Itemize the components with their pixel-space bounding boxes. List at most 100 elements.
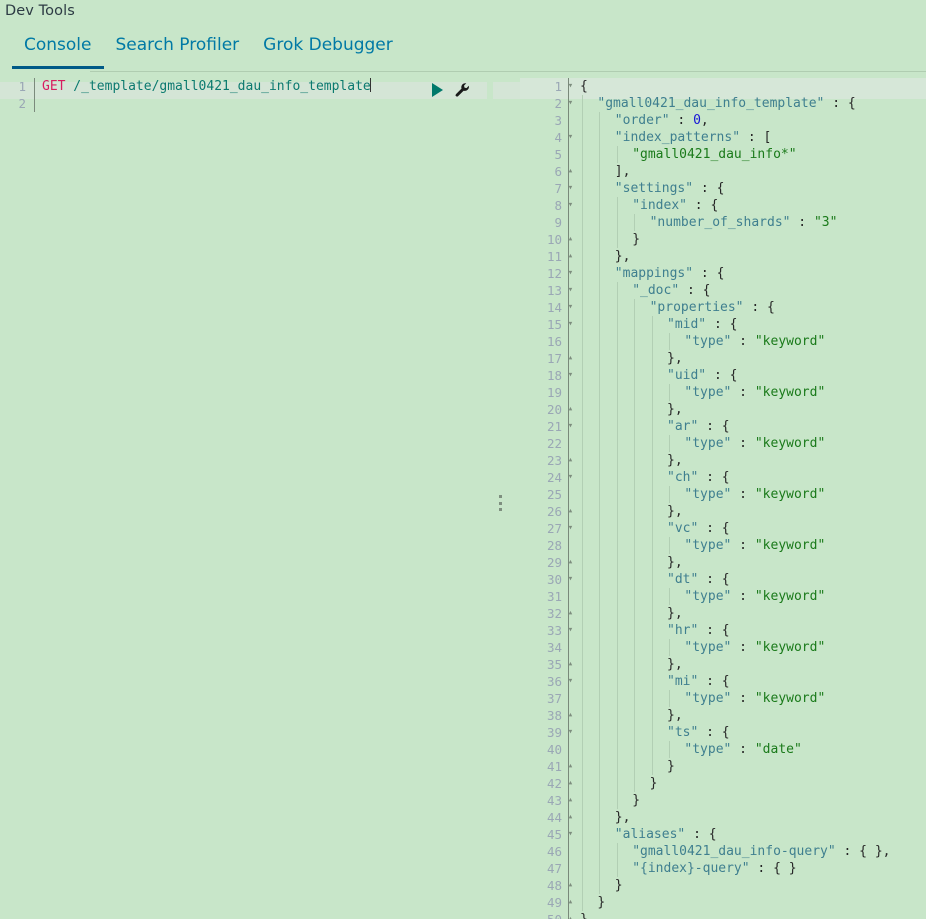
- response-line[interactable]: 8 ▾ "index" : {: [520, 197, 926, 214]
- response-line[interactable]: 7 ▾ "settings" : {: [520, 180, 926, 197]
- response-line[interactable]: 29 ▴},: [520, 554, 926, 571]
- response-line[interactable]: 42 ▴}: [520, 775, 926, 792]
- response-code-fragment: },: [667, 351, 683, 366]
- indent-guide: [651, 690, 653, 707]
- response-line[interactable]: 46 "gmall0421_dau_info-query" : { },: [520, 843, 926, 860]
- request-line[interactable]: 1 GET /_template/gmall0421_dau_info_templ…: [0, 78, 500, 95]
- response-line[interactable]: 15 ▾ "mid" : {: [520, 316, 926, 333]
- indent-guide: [634, 605, 636, 622]
- response-line[interactable]: 11 ▴},: [520, 248, 926, 265]
- response-line[interactable]: 2 ▾ "gmall0421_dau_info_template" : {: [520, 95, 926, 112]
- drag-handle-dot: [498, 508, 502, 511]
- response-line-number: 42 ▴: [546, 776, 574, 791]
- response-line[interactable]: 27 ▾ "vc" : {: [520, 520, 926, 537]
- response-line-number: 6 ▴: [554, 164, 574, 179]
- response-line[interactable]: 38 ▴},: [520, 707, 926, 724]
- response-line[interactable]: 22 "type" : "keyword": [520, 435, 926, 452]
- response-line[interactable]: 10 ▴}: [520, 231, 926, 248]
- indent-guide: [582, 656, 583, 673]
- indent-guide: [582, 571, 583, 588]
- response-line[interactable]: 14 ▾ "properties" : {: [520, 299, 926, 316]
- response-line[interactable]: 24 ▾ "ch" : {: [520, 469, 926, 486]
- drag-handle-dot: [498, 501, 502, 505]
- response-gutter-divider: [566, 605, 577, 622]
- response-line[interactable]: 4 ▾ "index_patterns" : [: [520, 129, 926, 146]
- indent-guide: [599, 265, 601, 282]
- indent-guide: [599, 605, 601, 622]
- response-line[interactable]: 44 ▴},: [520, 809, 926, 826]
- response-gutter-divider: [566, 435, 577, 452]
- response-line[interactable]: 20 ▴},: [520, 401, 926, 418]
- response-line[interactable]: 16 "type" : "keyword": [520, 333, 926, 350]
- response-line[interactable]: 25 "type" : "keyword": [520, 486, 926, 503]
- response-line[interactable]: 34 "type" : "keyword": [520, 639, 926, 656]
- response-line[interactable]: 43 ▴}: [520, 792, 926, 809]
- play-icon[interactable]: [432, 83, 443, 97]
- response-line[interactable]: 30 ▾ "dt" : {: [520, 571, 926, 588]
- request-editor[interactable]: 1 GET /_template/gmall0421_dau_info_templ…: [0, 78, 500, 919]
- response-line-number: 30 ▾: [546, 572, 574, 587]
- response-gutter-divider: [566, 78, 577, 95]
- response-line[interactable]: 39 ▾ "ts" : {: [520, 724, 926, 741]
- response-line-number: 43 ▴: [546, 793, 574, 808]
- response-line[interactable]: 6 ▴],: [520, 163, 926, 180]
- response-line-number: 49 ▴: [546, 895, 574, 910]
- response-line[interactable]: 48 ▴}: [520, 877, 926, 894]
- response-code-fragment: "order" : 0,: [614, 113, 709, 128]
- response-gutter-divider: [566, 299, 577, 316]
- response-line[interactable]: 5 "gmall0421_dau_info*": [520, 146, 926, 163]
- indent-guide: [634, 367, 636, 384]
- indent-guide: [651, 384, 653, 401]
- response-line-text: }: [577, 231, 926, 248]
- indent-guide: [651, 571, 653, 588]
- indent-guide: [669, 333, 670, 350]
- response-line[interactable]: 40 "type" : "date": [520, 741, 926, 758]
- response-line[interactable]: 3 "order" : 0,: [520, 112, 926, 129]
- response-line[interactable]: 35 ▴},: [520, 656, 926, 673]
- response-line[interactable]: 23 ▴},: [520, 452, 926, 469]
- response-line[interactable]: 19 "type" : "keyword": [520, 384, 926, 401]
- response-line[interactable]: 50▴}: [520, 911, 926, 919]
- indent-guide: [669, 384, 670, 401]
- tab-console[interactable]: Console: [12, 28, 104, 69]
- response-line-number: 45 ▾: [546, 827, 574, 842]
- tab-grok-debugger[interactable]: Grok Debugger: [251, 28, 405, 69]
- response-line[interactable]: 26 ▴},: [520, 503, 926, 520]
- response-line-number: 22: [546, 436, 562, 451]
- response-line[interactable]: 9 "number_of_shards" : "3": [520, 214, 926, 231]
- indent-guide: [651, 316, 653, 333]
- tab-search-profiler-label: Search Profiler: [115, 35, 240, 55]
- response-line[interactable]: 41 ▴}: [520, 758, 926, 775]
- indent-guide: [634, 656, 636, 673]
- response-line[interactable]: 37 "type" : "keyword": [520, 690, 926, 707]
- tab-search-profiler[interactable]: Search Profiler: [104, 28, 252, 69]
- tab-bar: Console Search Profiler Grok Debugger: [0, 28, 926, 72]
- response-line[interactable]: 47 "{index}-query" : { }: [520, 860, 926, 877]
- response-line[interactable]: 21 ▾ "ar" : {: [520, 418, 926, 435]
- indent-guide: [599, 877, 601, 894]
- response-line[interactable]: 18 ▾ "uid" : {: [520, 367, 926, 384]
- indent-guide: [599, 758, 601, 775]
- response-line[interactable]: 32 ▴},: [520, 605, 926, 622]
- response-line[interactable]: 1 ▾ {: [520, 78, 926, 95]
- response-line[interactable]: 49 ▴}: [520, 894, 926, 911]
- response-line[interactable]: 31 "type" : "keyword": [520, 588, 926, 605]
- response-line-text: }: [577, 775, 926, 792]
- response-code-fragment: },: [667, 708, 683, 723]
- response-code-fragment: "type" : "date": [684, 742, 802, 757]
- indent-guide: [616, 571, 618, 588]
- wrench-icon[interactable]: [454, 82, 470, 98]
- response-line[interactable]: 33 ▾ "hr" : {: [520, 622, 926, 639]
- response-line[interactable]: 45 ▾ "aliases" : {: [520, 826, 926, 843]
- request-line[interactable]: 2: [0, 95, 500, 112]
- indent-guide: [582, 282, 583, 299]
- response-line[interactable]: 36 ▾ "mi" : {: [520, 673, 926, 690]
- pane-splitter-handle[interactable]: [497, 495, 503, 511]
- response-line[interactable]: 17 ▴},: [520, 350, 926, 367]
- indent-guide: [616, 707, 618, 724]
- response-line[interactable]: 28 "type" : "keyword": [520, 537, 926, 554]
- response-line-text: },: [577, 656, 926, 673]
- response-panel[interactable]: 1 ▾ {2 ▾ "gmall0421_dau_info_template" : {3 "…: [520, 78, 926, 919]
- response-line[interactable]: 12 ▾ "mappings" : {: [520, 265, 926, 282]
- response-line[interactable]: 13 ▾ "_doc" : {: [520, 282, 926, 299]
